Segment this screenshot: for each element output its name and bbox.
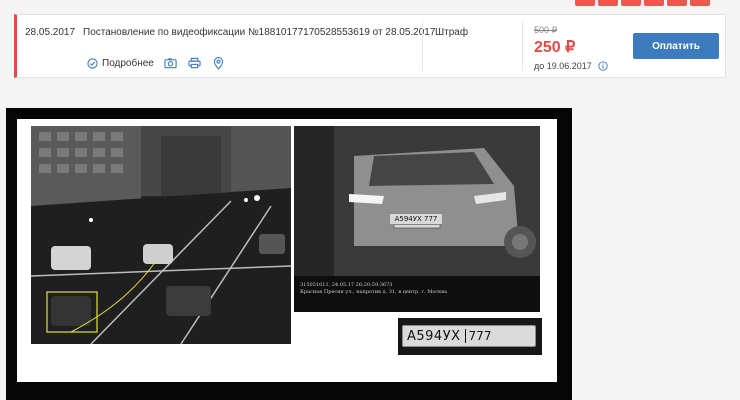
map-pin-icon[interactable] (212, 56, 226, 70)
license-plate-crop: А594УХ 777 (398, 318, 542, 355)
pay-button[interactable]: Оплатить (633, 33, 719, 59)
top-red-tab[interactable] (690, 0, 710, 6)
caption-text: 315051011, 24.05.17 26:20:59.3673 Красна… (300, 282, 447, 296)
discounted-price: 250 ₽ (534, 39, 576, 56)
top-red-tab[interactable] (667, 0, 687, 6)
top-red-tab[interactable] (575, 0, 595, 6)
caption-line: Красная Пресня ул., напротив д. 31, в це… (300, 289, 448, 295)
camera-icon[interactable] (164, 56, 178, 70)
street-scene-image (31, 126, 291, 344)
plate-region: 777 (464, 329, 491, 343)
top-red-tab[interactable] (644, 0, 664, 6)
discount-deadline: до 19.06.2017 (534, 59, 610, 73)
deadline-text: до 19.06.2017 (534, 61, 592, 71)
caption-line: 315051011, 24.05.17 26:20:59.3673 (300, 282, 393, 288)
old-price: 500 ₽ (534, 25, 558, 35)
fine-title: Постановление по видеофиксации №18810177… (83, 27, 436, 38)
license-plate: А594УХ 777 (402, 325, 536, 347)
fine-type: Штраф (435, 27, 469, 38)
top-red-tab[interactable] (598, 0, 618, 6)
top-strip (0, 0, 740, 6)
vehicle-rear-image: А594УХ 777 (294, 126, 540, 276)
evidence-photo[interactable]: А594УХ 777 315051011, 24.05.17 26:20:59.… (6, 108, 572, 400)
plate-number: А594УХ (407, 328, 461, 344)
info-icon[interactable] (596, 59, 610, 73)
fine-date: 28.05.2017 (25, 27, 76, 38)
fine-actions: Подробнее (85, 56, 226, 70)
column-divider (522, 21, 523, 71)
more-details-label: Подробнее (102, 57, 154, 69)
column-divider (422, 21, 423, 71)
fine-row: 28.05.2017 Постановление по видеофиксаци… (14, 14, 726, 78)
violation-caption: 315051011, 24.05.17 26:20:59.3673 Красна… (294, 276, 540, 312)
top-red-tab[interactable] (621, 0, 641, 6)
more-details-link[interactable]: Подробнее (85, 56, 154, 70)
top-red-tabs (575, 0, 710, 6)
page: 28.05.2017 Постановление по видеофиксаци… (0, 0, 740, 400)
info-circle-icon (85, 56, 99, 70)
small-plate-text: А594УХ 777 (394, 215, 438, 223)
evidence-sheet: А594УХ 777 315051011, 24.05.17 26:20:59.… (17, 119, 557, 382)
printer-icon[interactable] (188, 56, 202, 70)
vehicle-plate-small: А594УХ 777 (389, 213, 443, 225)
